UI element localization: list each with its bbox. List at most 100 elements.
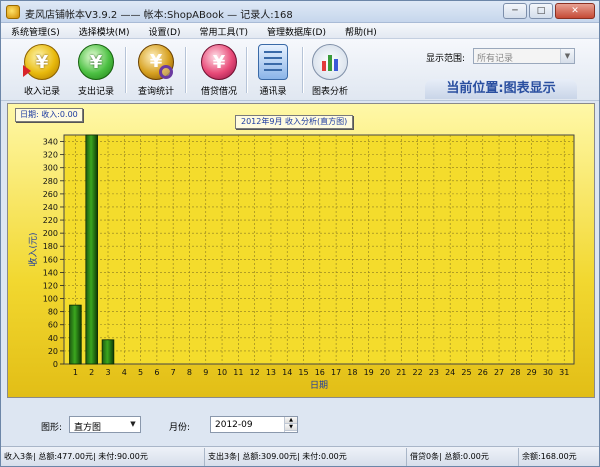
toolbar-divider (125, 47, 126, 93)
shape-value: 直方图 (74, 423, 102, 433)
x-tick-label: 6 (154, 368, 159, 377)
x-tick-label: 27 (494, 368, 504, 377)
y-tick-label: 200 (43, 229, 58, 238)
y-tick-label: 180 (43, 242, 58, 251)
loan-status-label: 借贷借况 (200, 87, 237, 97)
menu-system[interactable]: 系统管理(S) (1, 23, 69, 38)
status-bar: 收入3条| 总额:477.00元| 未付:90.00元 支出3条| 总额:309… (1, 446, 599, 466)
y-tick-label: 160 (43, 255, 58, 264)
status-expense: 支出3条| 总额:309.00元| 未付:0.00元 (205, 448, 407, 466)
toolbar-divider (185, 47, 186, 93)
y-tick-label: 240 (43, 203, 58, 212)
query-magnifier-icon: ¥ (138, 44, 174, 80)
y-tick-label: 300 (43, 164, 58, 173)
bar-day-1 (69, 304, 82, 365)
date-income-tag: 日期: 收入:0.00 (15, 108, 83, 122)
x-tick-label: 25 (461, 368, 471, 377)
bar-day-2 (85, 134, 98, 365)
status-loan: 借贷0条| 总额:0.00元 (407, 448, 519, 466)
menu-database[interactable]: 管理数据库(D) (257, 23, 335, 38)
loan-status-button[interactable]: ¥ 借贷借况 (190, 44, 248, 98)
spin-up-icon[interactable]: ▲ (285, 417, 297, 424)
x-tick-label: 11 (233, 368, 243, 377)
income-bar-chart: 0204060801001201401601802002202402602803… (27, 134, 575, 391)
chart-panel: 0 20 40 60 80 100 120 140 160 180 200 220 240 260 280 3… (7, 103, 595, 398)
maximize-button[interactable]: □ (529, 3, 553, 19)
chevron-down-icon[interactable]: ▼ (127, 418, 139, 431)
scope-value: 所有记录 (477, 54, 514, 64)
close-button[interactable]: ✕ (555, 3, 595, 19)
loan-exchange-icon: ¥ (201, 44, 237, 80)
window-title: 麦风店铺帐本V3.9.2 —— 帐本:ShopABook — 记录人:168 (25, 10, 293, 21)
app-icon (6, 5, 20, 19)
menu-help[interactable]: 帮助(H) (335, 23, 386, 38)
x-tick-label: 28 (510, 368, 520, 377)
x-tick-label: 13 (266, 368, 276, 377)
x-tick-label: 8 (187, 368, 192, 377)
toolbar: ¥ 收入记录 ¥ 支出记录 ¥ 查询统计 ¥ 借贷借况 通讯录 图表分析 显示范… (1, 39, 599, 101)
month-input[interactable]: 2012-09 ▲ ▼ (210, 416, 298, 433)
x-tick-label: 14 (282, 368, 292, 377)
x-axis-label: 日期 (310, 380, 328, 391)
x-tick-label: 19 (364, 368, 374, 377)
month-spinner[interactable]: ▲ ▼ (284, 417, 297, 432)
y-tick-label: 140 (43, 268, 58, 277)
scope-select[interactable]: 所有记录 ▼ (473, 48, 575, 64)
plot-area (63, 134, 575, 365)
menu-settings[interactable]: 设置(D) (139, 23, 190, 38)
income-record-label: 收入记录 (23, 87, 60, 97)
y-tick-label: 220 (43, 216, 58, 225)
menu-module[interactable]: 选择模块(M) (69, 23, 139, 38)
title-bar: 麦风店铺帐本V3.9.2 —— 帐本:ShopABook — 记录人:168 ─… (1, 1, 599, 23)
contacts-book-icon (258, 44, 288, 80)
x-tick-label: 20 (380, 368, 390, 377)
x-tick-label: 26 (478, 368, 488, 377)
income-record-button[interactable]: ¥ 收入记录 (13, 44, 71, 98)
x-tick-label: 3 (105, 368, 110, 377)
chart-analysis-label: 图表分析 (311, 87, 348, 97)
x-tick-label: 15 (298, 368, 308, 377)
shape-select[interactable]: 直方图 ▼ (69, 416, 141, 433)
x-tick-label: 24 (445, 368, 455, 377)
y-tick-label: 80 (48, 308, 58, 317)
y-tick-label: 0 (53, 360, 58, 369)
y-tick-label: 120 (43, 281, 58, 290)
menu-tools[interactable]: 常用工具(T) (190, 23, 258, 38)
x-tick-label: 10 (217, 368, 227, 377)
chart-title: 2012年9月 收入分析(直方图) (235, 115, 354, 129)
chart-analysis-button[interactable]: 图表分析 (301, 44, 359, 98)
shape-label: 图形: (41, 423, 63, 433)
minimize-button[interactable]: ─ (503, 3, 527, 19)
x-tick-label: 7 (171, 368, 176, 377)
scope-label: 显示范围: (426, 54, 466, 64)
contacts-label: 通讯录 (259, 87, 287, 97)
query-stats-button[interactable]: ¥ 查询统计 (127, 44, 185, 98)
chart-controls: 图形: 直方图 ▼ 月份: 2012-09 ▲ ▼ (1, 401, 599, 441)
expense-record-label: 支出记录 (77, 87, 114, 97)
spin-down-icon[interactable]: ▼ (285, 424, 297, 431)
query-stats-label: 查询统计 (137, 87, 174, 97)
y-tick-label: 280 (43, 177, 58, 186)
y-tick-label: 340 (43, 138, 58, 147)
x-tick-label: 4 (122, 368, 127, 377)
income-yen-icon: ¥ (23, 44, 60, 80)
contacts-button[interactable]: 通讯录 (244, 44, 302, 98)
expense-record-button[interactable]: ¥ 支出记录 (67, 44, 125, 98)
current-location: 当前位置:图表显示 (425, 79, 577, 99)
y-tick-label: 20 (48, 347, 58, 356)
x-tick-label: 18 (347, 368, 357, 377)
app-window: 麦风店铺帐本V3.9.2 —— 帐本:ShopABook — 记录人:168 ─… (0, 0, 600, 467)
status-balance: 余额:168.00元 (522, 452, 577, 461)
menu-bar: 系统管理(S) 选择模块(M) 设置(D) 常用工具(T) 管理数据库(D) 帮… (1, 23, 599, 39)
y-tick-label: 320 (43, 151, 58, 160)
x-tick-label: 29 (527, 368, 537, 377)
chevron-down-icon[interactable]: ▼ (560, 49, 574, 63)
x-tick-label: 5 (138, 368, 143, 377)
x-tick-label: 21 (396, 368, 406, 377)
x-tick-label: 22 (412, 368, 422, 377)
expense-yen-icon: ¥ (78, 44, 114, 80)
bar-chart-icon (312, 44, 348, 80)
x-tick-label: 23 (429, 368, 439, 377)
x-tick-label: 9 (203, 368, 208, 377)
y-tick-label: 40 (48, 334, 58, 343)
